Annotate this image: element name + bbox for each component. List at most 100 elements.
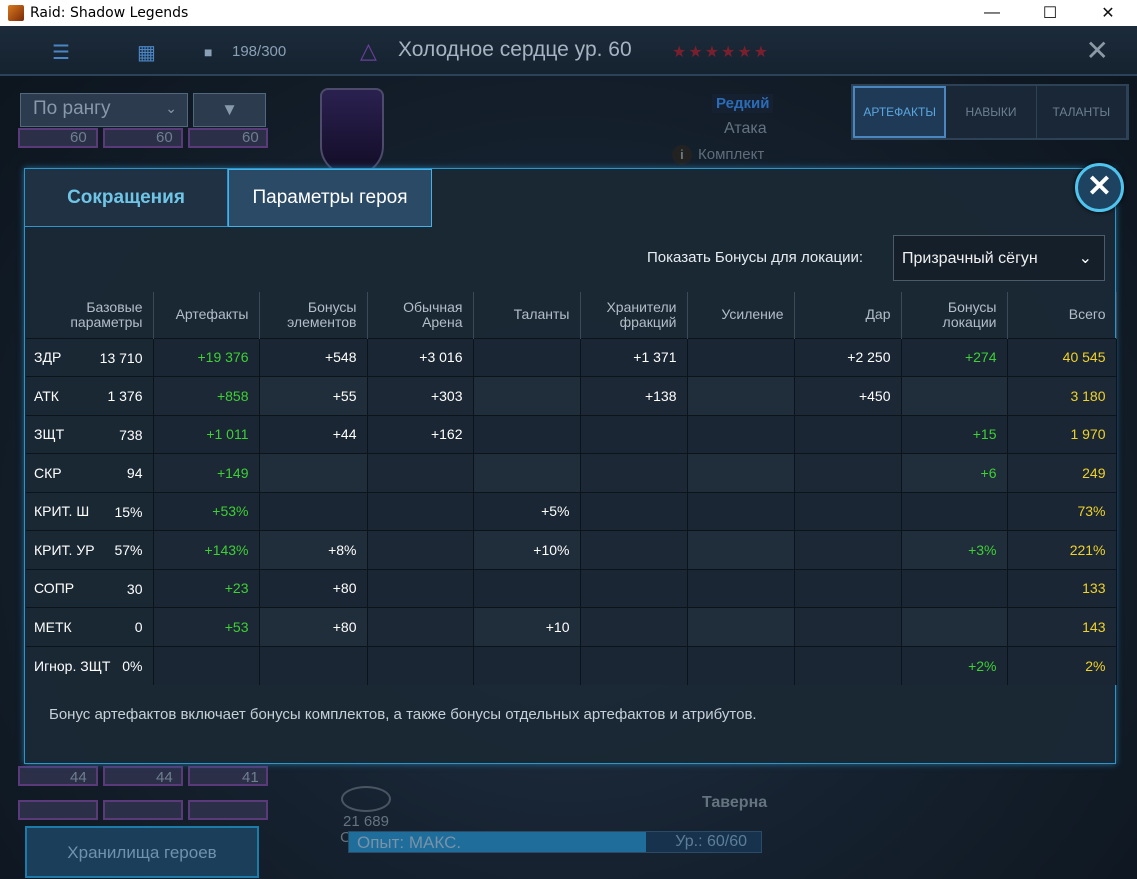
stat-value-cell [794, 491, 902, 531]
stat-name-cell: КРИТ. Ш 15% [26, 491, 154, 531]
tab-talents[interactable]: ТАЛАНТЫ [1037, 86, 1127, 138]
stat-value-cell: +1 011 [153, 414, 260, 454]
stat-value-cell: +858 [153, 376, 260, 415]
stat-value-cell [367, 607, 474, 646]
maximize-button[interactable]: ☐ [1021, 0, 1079, 26]
stat-value-cell: 221% [1007, 530, 1117, 569]
column-header: Базовые параметры [26, 292, 154, 338]
stat-name-cell: МЕТК 0 [26, 607, 154, 646]
chevron-down-icon: ⌄ [165, 100, 177, 116]
stat-value-cell: +8% [259, 530, 368, 569]
stat-value-cell [259, 491, 368, 531]
hero-card[interactable] [103, 800, 183, 820]
stat-value-cell [687, 568, 795, 608]
stat-value-cell: +80 [259, 607, 368, 646]
location-value: Призрачный сёгун [902, 250, 1038, 267]
stat-value-cell [473, 645, 581, 685]
stat-value-cell [794, 453, 902, 492]
stat-value-cell [367, 645, 474, 685]
stat-value-cell [580, 491, 688, 531]
stat-value-cell [687, 530, 795, 569]
stat-value-cell: +15 [901, 414, 1008, 454]
stat-name: МЕТК [34, 618, 72, 635]
stat-name: КРИТ. УР [34, 541, 95, 558]
stat-value-cell [794, 530, 902, 569]
stat-value-cell: +53 [153, 607, 260, 646]
rarity-label: Редкий [712, 94, 774, 113]
table-row: МЕТК 0 +53 +80 +10 143 [26, 607, 1117, 646]
card-level: 60 [70, 129, 87, 146]
tab-abbreviations[interactable]: Сокращения [25, 169, 228, 227]
stat-value-cell: +548 [259, 337, 368, 377]
stat-value-cell: +274 [901, 337, 1008, 377]
stat-value-cell: +143% [153, 530, 260, 569]
role-label: Атака [724, 120, 767, 137]
stat-value-cell: +10 [473, 607, 581, 646]
card-level: 41 [242, 769, 259, 786]
dialog-close-button[interactable]: ✕ [1075, 163, 1124, 212]
tab-hero-parameters[interactable]: Параметры героя [228, 169, 432, 227]
card-level: 60 [242, 129, 259, 146]
stat-name-cell: Игнор. ЗЩТ 0% [26, 645, 154, 685]
grid-view-icon[interactable]: ▦ [137, 40, 156, 65]
rating-chart-icon [341, 786, 391, 812]
stat-value-cell [794, 414, 902, 454]
filter-button[interactable]: ▼ [193, 93, 266, 127]
stat-value-cell [687, 337, 795, 377]
stat-value-cell: 2% [1007, 645, 1117, 685]
helmet-icon: ■ [204, 44, 213, 60]
stat-value-cell [580, 607, 688, 646]
table-row: АТК 1 376 +858 +55 +303 +138 +450 3 180 [26, 376, 1117, 415]
tavern-button[interactable]: Таверна [702, 794, 767, 812]
location-dropdown[interactable]: Призрачный сёгун ⌄ [893, 235, 1105, 281]
stat-value-cell: +80 [259, 568, 368, 608]
info-icon: i [672, 145, 692, 165]
stat-value-cell [473, 453, 581, 492]
close-hero-view-icon[interactable]: ✕ [1086, 34, 1109, 67]
stat-value-cell: +10% [473, 530, 581, 569]
tab-artifacts[interactable]: АРТЕФАКТЫ [853, 86, 947, 138]
window-close-button[interactable]: ✕ [1079, 0, 1137, 26]
set-info[interactable]: i Комплект [672, 145, 764, 165]
table-row: ЗДР 13 710 +19 376 +548 +3 016 +1 371 +2 250 +2… [26, 337, 1117, 377]
stat-value-cell [580, 568, 688, 608]
stat-name-cell: ЗДР 13 710 [26, 337, 154, 377]
stat-value-cell [687, 453, 795, 492]
stat-value-cell [687, 414, 795, 454]
stat-name: АТК [34, 387, 59, 404]
stat-name: Игнор. ЗЩТ [34, 657, 111, 674]
hero-card[interactable] [188, 800, 268, 820]
minimize-button[interactable]: — [963, 0, 1021, 26]
stat-name: СКР [34, 464, 62, 481]
card-level: 44 [156, 769, 173, 786]
stat-value-cell: +5% [473, 491, 581, 531]
list-view-icon[interactable]: ☰ [52, 40, 70, 65]
table-header-row: Базовые параметры Артефакты Бонусы элемент… [26, 292, 1117, 338]
stat-value-cell [580, 414, 688, 454]
stat-value-cell [367, 453, 474, 492]
table-row: СКР 94 +149 +6 249 [26, 453, 1117, 492]
stat-value-cell: +303 [367, 376, 474, 415]
base-value: 15% [114, 503, 143, 520]
hero-storage-button[interactable]: Хранилища героев [25, 826, 259, 878]
stat-value-cell [687, 607, 795, 646]
stat-name: КРИТ. Ш [34, 503, 90, 520]
card-level: 44 [70, 769, 87, 786]
stat-value-cell: +1 371 [580, 337, 688, 377]
stat-value-cell [901, 607, 1008, 646]
hero-card[interactable] [18, 800, 98, 820]
app-logo-icon [8, 5, 24, 21]
stat-value-cell [473, 337, 581, 377]
xp-level: Ур.: 60/60 [675, 833, 747, 850]
stat-value-cell [901, 376, 1008, 415]
stat-value-cell [473, 414, 581, 454]
sort-value: По рангу [33, 98, 111, 119]
column-header: Усиление [687, 292, 795, 338]
column-header: Таланты [473, 292, 581, 338]
table-row: СОПР 30 +23 +80 133 [26, 568, 1117, 608]
stat-value-cell: +450 [794, 376, 902, 415]
base-value: 30 [126, 580, 143, 597]
sort-dropdown[interactable]: По рангу ⌄ [20, 93, 188, 127]
base-value: 0% [122, 657, 143, 674]
tab-skills[interactable]: НАВЫКИ [946, 86, 1037, 138]
